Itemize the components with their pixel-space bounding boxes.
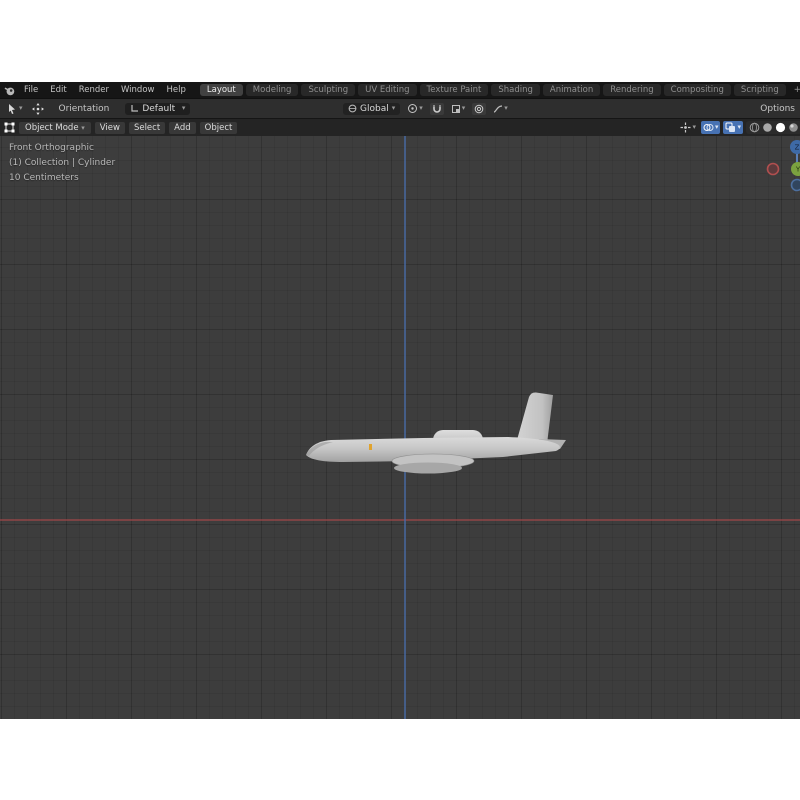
chevron-down-icon: ▾ (392, 105, 396, 112)
viewport-info-overlay: Front Orthographic (1) Collection | Cyli… (9, 141, 115, 186)
gizmo-z-label: Z (795, 144, 800, 152)
gizmo-negative-z-ball[interactable] (792, 180, 800, 191)
active-tool-dropdown[interactable]: ▾ (4, 102, 25, 116)
shading-solid-icon[interactable] (762, 122, 773, 133)
object-mode-icon (4, 122, 15, 133)
chevron-down-icon: ▾ (715, 124, 719, 131)
global-orientation-icon (348, 104, 357, 113)
chevron-down-icon: ▾ (462, 105, 466, 112)
tail-fin (517, 392, 553, 444)
xray-toggle[interactable]: ▾ (723, 121, 743, 134)
orientation-value: Default (142, 104, 175, 114)
chevron-down-icon: ▾ (692, 124, 696, 131)
shading-wireframe-icon[interactable] (749, 122, 760, 133)
proportional-editing-icon (474, 104, 484, 114)
tab-compositing[interactable]: Compositing (664, 84, 731, 96)
gizmos-icon (680, 122, 691, 133)
tab-modeling[interactable]: Modeling (246, 84, 299, 96)
chevron-down-icon: ▾ (504, 105, 508, 112)
tab-shading[interactable]: Shading (491, 84, 540, 96)
shading-rendered-icon[interactable] (788, 122, 799, 133)
object-menu[interactable]: Object (200, 122, 238, 134)
chevron-down-icon: ▾ (81, 124, 85, 132)
menu-edit[interactable]: Edit (44, 84, 72, 96)
gizmo-x-axis-ball[interactable] (768, 164, 779, 175)
select-menu[interactable]: Select (129, 122, 165, 134)
context-label: (1) Collection | Cylinder (9, 156, 115, 171)
tool-settings-bar: ▾ Orientation Default ▾ Global (0, 98, 800, 118)
transform-orientation-dropdown[interactable]: Global ▾ (343, 103, 400, 115)
chevron-down-icon: ▾ (737, 124, 741, 131)
proportional-falloff-dropdown[interactable]: ▾ (491, 103, 510, 115)
tab-scripting[interactable]: Scripting (734, 84, 786, 96)
blender-logo-icon (4, 85, 15, 96)
tab-animation[interactable]: Animation (543, 84, 600, 96)
tab-rendering[interactable]: Rendering (603, 84, 660, 96)
add-workspace-button[interactable]: + (789, 84, 800, 96)
view-menu[interactable]: View (95, 122, 125, 134)
tab-uv-editing[interactable]: UV Editing (358, 84, 416, 96)
proportional-editing-toggle[interactable] (472, 103, 486, 115)
topbar: File Edit Render Window Help Layout Mode… (0, 82, 800, 98)
3d-viewport[interactable]: Front Orthographic (1) Collection | Cyli… (0, 136, 800, 719)
chevron-down-icon: ▾ (19, 105, 23, 112)
wing-flap (394, 463, 462, 474)
pivot-point-icon (407, 103, 418, 114)
tab-texture-paint[interactable]: Texture Paint (420, 84, 489, 96)
orientation-dropdown[interactable]: Default ▾ (125, 103, 190, 115)
viewport-header: Object Mode ▾ View Select Add Object ▾ (0, 118, 800, 136)
magnet-icon (432, 104, 442, 114)
overlays-icon (703, 122, 714, 133)
mode-selector-dropdown[interactable]: Object Mode ▾ (19, 122, 91, 134)
select-tool-icon (6, 103, 18, 115)
chevron-down-icon: ▾ (182, 105, 186, 112)
move-tool-icon[interactable] (31, 102, 45, 116)
navigation-gizmo[interactable]: Z Y (762, 136, 800, 205)
pivot-point-dropdown[interactable]: ▾ (405, 102, 425, 115)
menu-window[interactable]: Window (115, 84, 161, 96)
mode-selector-label: Object Mode (25, 123, 79, 133)
snap-increment-icon (451, 104, 461, 114)
menu-help[interactable]: Help (160, 84, 191, 96)
object-origin-dot (369, 444, 372, 450)
gizmo-y-label: Y (795, 166, 800, 174)
menu-render[interactable]: Render (73, 84, 115, 96)
options-button[interactable]: Options (760, 104, 795, 114)
overlays-toggle[interactable]: ▾ (701, 121, 721, 134)
workspace-tabs: Layout Modeling Sculpting UV Editing Tex… (200, 84, 800, 96)
xray-icon (725, 122, 736, 133)
falloff-curve-icon (493, 104, 503, 114)
view-name-label: Front Orthographic (9, 141, 115, 156)
x-axis-line (0, 519, 800, 521)
gizmos-dropdown[interactable]: ▾ (678, 121, 698, 134)
snap-target-dropdown[interactable]: ▾ (449, 103, 468, 115)
menu-file[interactable]: File (18, 84, 44, 96)
axes-icon (130, 104, 139, 113)
scale-label: 10 Centimeters (9, 171, 115, 186)
tab-layout[interactable]: Layout (200, 84, 243, 96)
transform-orientation-value: Global (360, 104, 389, 114)
airplane-model[interactable] (303, 388, 575, 484)
chevron-down-icon: ▾ (419, 105, 423, 112)
add-menu[interactable]: Add (169, 122, 195, 134)
orientation-label: Orientation (59, 104, 110, 114)
blender-window: File Edit Render Window Help Layout Mode… (0, 82, 800, 719)
shading-mode-group (746, 121, 800, 134)
snap-toggle[interactable] (430, 103, 444, 115)
shading-material-icon[interactable] (775, 122, 786, 133)
tab-sculpting[interactable]: Sculpting (301, 84, 355, 96)
